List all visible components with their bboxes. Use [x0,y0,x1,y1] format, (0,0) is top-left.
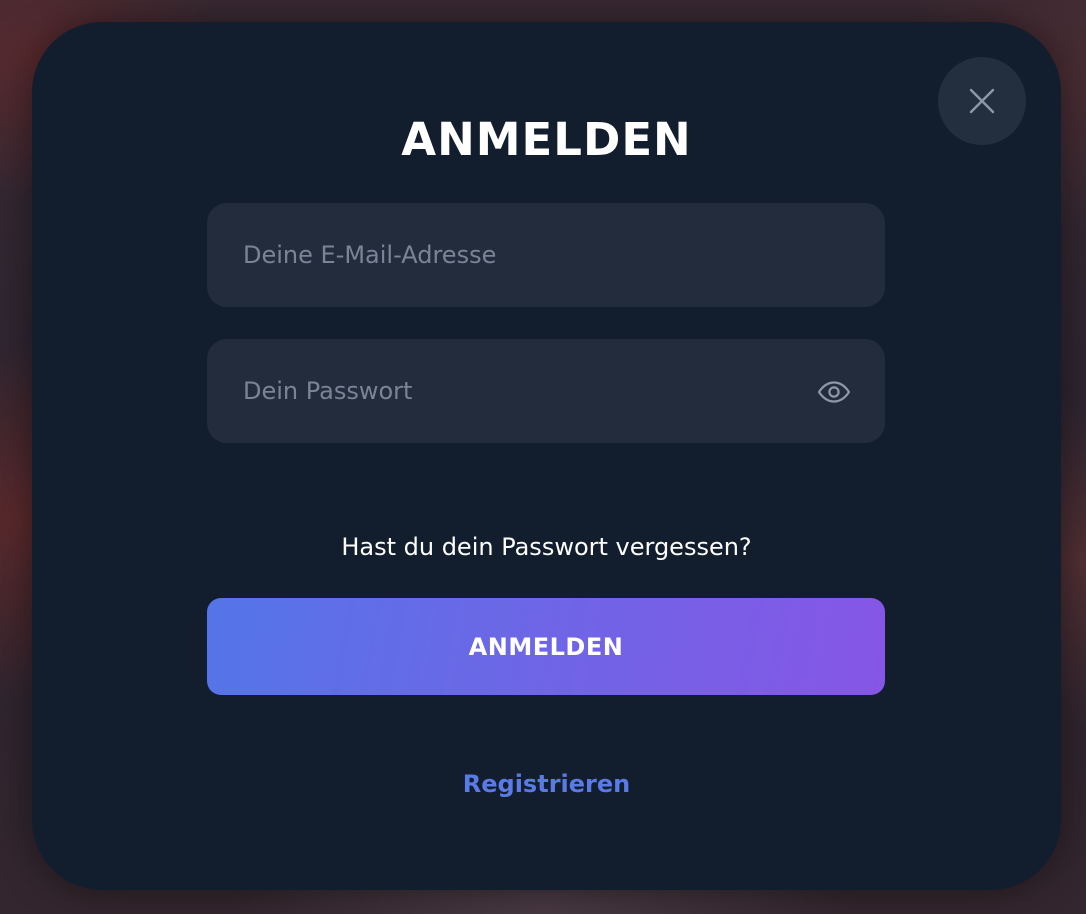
register-link[interactable]: Registrieren [32,766,1061,802]
modal-title: ANMELDEN [401,113,692,166]
password-field-container [207,339,885,443]
login-modal: ANMELDEN Hast du dein Passwort vergessen… [32,22,1061,890]
forgot-password-link[interactable]: Hast du dein Passwort vergessen? [32,529,1061,565]
login-submit-button[interactable]: ANMELDEN [207,598,885,695]
password-input[interactable] [207,339,885,443]
show-password-toggle[interactable] [817,377,851,407]
email-field-container [207,203,885,307]
email-input[interactable] [207,203,885,307]
eye-icon [817,381,851,403]
